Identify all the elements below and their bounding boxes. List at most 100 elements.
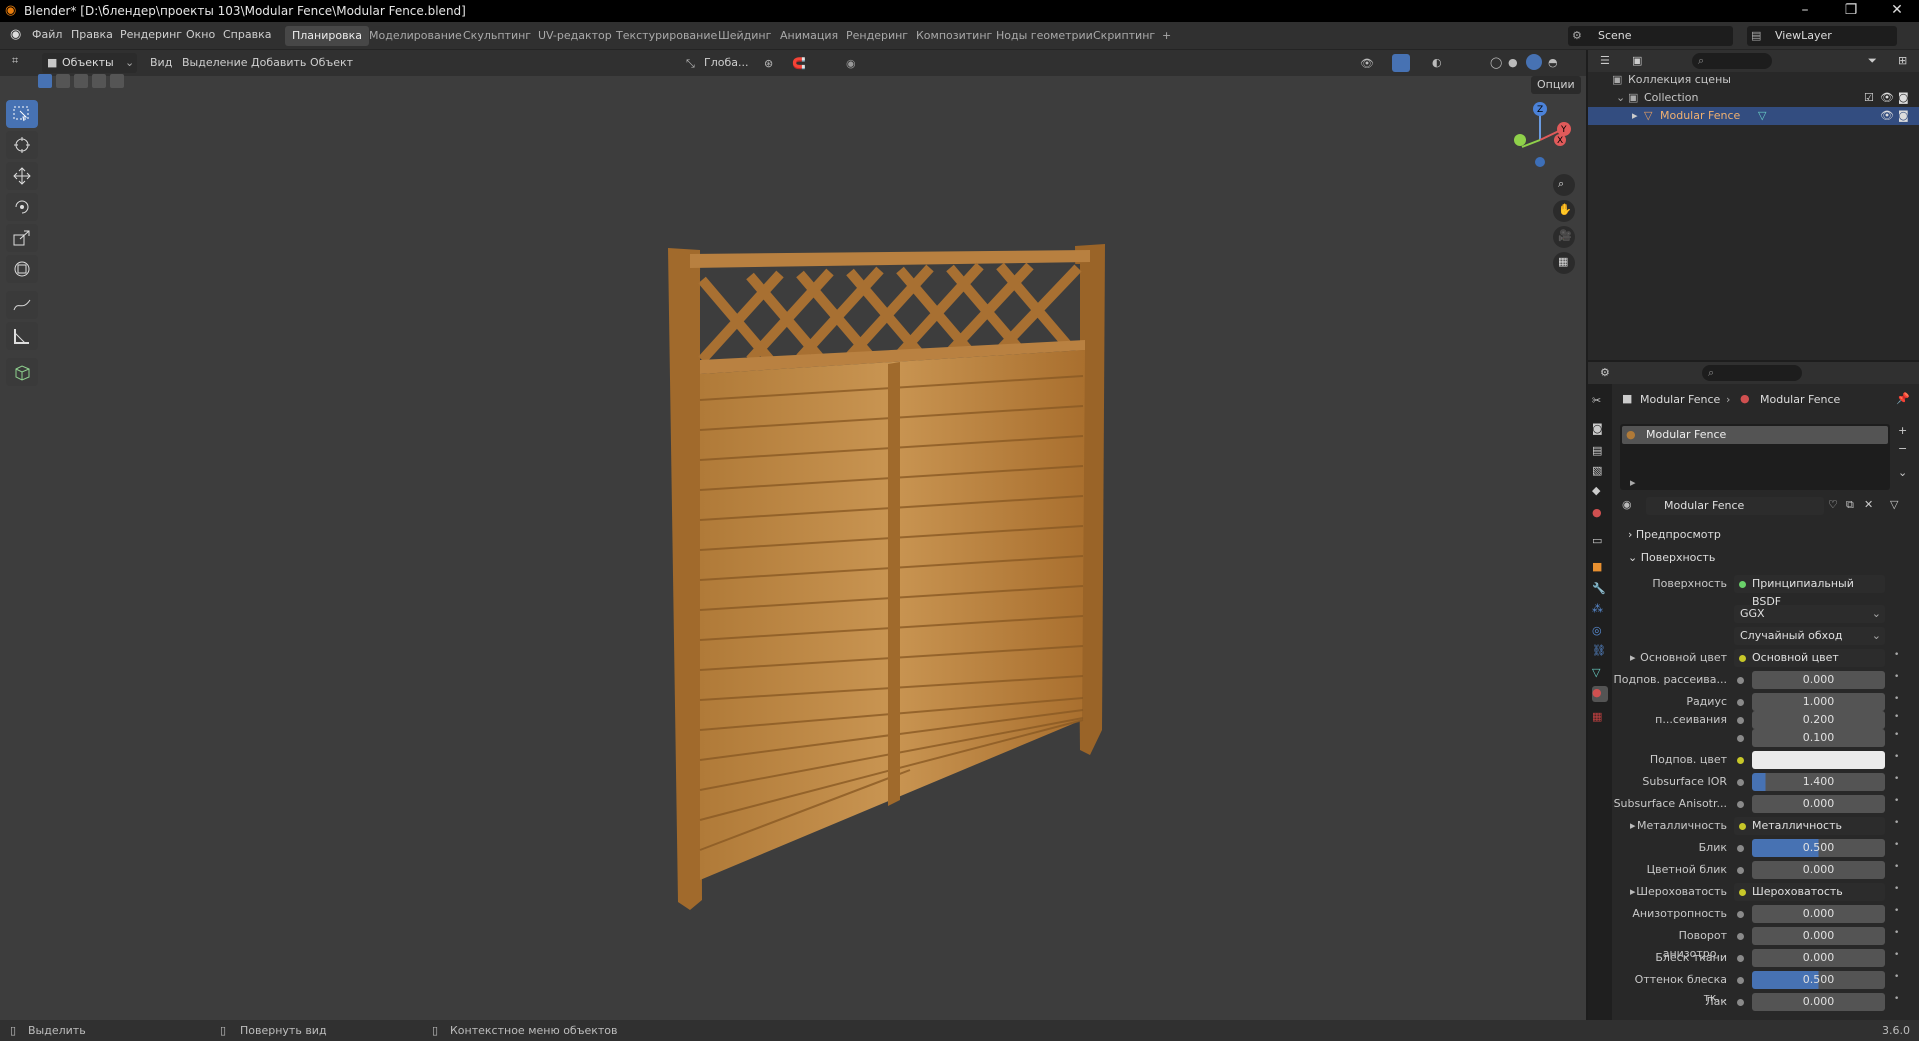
tab-sculpting[interactable]: Скульптинг xyxy=(456,26,538,46)
surface-section[interactable]: ⌄ Поверхность xyxy=(1628,551,1715,564)
socket-icon[interactable] xyxy=(1737,677,1744,684)
keyframe-dot-icon[interactable]: • xyxy=(1894,774,1899,784)
tab-shading[interactable]: Шейдинг xyxy=(711,26,778,46)
socket-icon[interactable] xyxy=(1737,735,1744,742)
keyframe-dot-icon[interactable]: • xyxy=(1894,862,1899,872)
number-field[interactable]: 0.000 xyxy=(1752,905,1885,923)
chevron-right-icon[interactable]: ▸ xyxy=(1630,476,1636,489)
maximize-button[interactable]: ❐ xyxy=(1831,0,1871,22)
menu-select[interactable]: Выделение xyxy=(182,54,248,72)
scene-tab-icon[interactable]: ◆ xyxy=(1592,484,1608,500)
pan-hand-icon[interactable]: ✋ xyxy=(1553,200,1575,222)
keyframe-dot-icon[interactable]: • xyxy=(1894,994,1899,1004)
keyframe-dot-icon[interactable]: • xyxy=(1894,884,1899,894)
proportional-edit-icon[interactable]: ◉ xyxy=(846,57,856,70)
keyframe-dot-icon[interactable]: • xyxy=(1894,650,1899,660)
camera-render-icon[interactable]: ◙ xyxy=(1898,107,1909,125)
number-field[interactable]: 0.000 xyxy=(1752,927,1885,945)
menu-edit[interactable]: Правка xyxy=(71,28,113,41)
minimize-button[interactable]: – xyxy=(1785,0,1825,22)
data-tab-icon[interactable]: ▽ xyxy=(1592,666,1608,682)
chevron-right-icon[interactable]: ▸ xyxy=(1632,107,1638,125)
particles-tab-icon[interactable]: ⁂ xyxy=(1592,602,1608,618)
menu-view[interactable]: Вид xyxy=(150,54,172,72)
scale-tool[interactable] xyxy=(6,224,38,252)
camera-icon[interactable]: 🎥 xyxy=(1553,226,1575,248)
filter-icon[interactable]: ⏷ xyxy=(1868,54,1877,68)
keyframe-dot-icon[interactable]: • xyxy=(1894,672,1899,682)
select-new-icon[interactable] xyxy=(38,74,52,88)
select-subtract-icon[interactable] xyxy=(74,74,88,88)
transform-orientation[interactable]: Глоба... xyxy=(704,54,748,72)
render-tab-icon[interactable]: ◙ xyxy=(1592,422,1608,438)
outliner-row-modular-fence[interactable]: ▸ ▽ Modular Fence ▽ 👁 ◙ xyxy=(1588,107,1919,125)
mesh-data-icon[interactable]: ▽ xyxy=(1758,107,1766,125)
rendered-shading-icon[interactable]: ◓ xyxy=(1548,56,1558,69)
socket-icon[interactable] xyxy=(1737,757,1744,764)
constraints-tab-icon[interactable]: ⛓ xyxy=(1592,644,1608,660)
socket-icon[interactable] xyxy=(1737,867,1744,874)
material-tab-icon[interactable]: ● xyxy=(1592,686,1608,702)
move-tool[interactable] xyxy=(6,162,38,190)
keyframe-dot-icon[interactable]: • xyxy=(1894,972,1899,982)
pin-icon[interactable]: 📌 xyxy=(1896,392,1910,405)
menu-add[interactable]: Добавить xyxy=(251,54,306,72)
menu-object[interactable]: Объект xyxy=(310,54,353,72)
blender-menu-icon[interactable]: ◉ xyxy=(10,27,21,42)
world-tab-icon[interactable]: ● xyxy=(1592,506,1608,522)
menu-file[interactable]: Файл xyxy=(32,28,62,41)
zoom-icon[interactable]: ⌕ xyxy=(1553,174,1575,196)
select-intersect-icon[interactable] xyxy=(110,74,124,88)
number-field[interactable]: 0.000 xyxy=(1752,949,1885,967)
socket-icon[interactable] xyxy=(1737,717,1744,724)
linked-input-field[interactable]: Шероховатость xyxy=(1734,883,1885,901)
keyframe-dot-icon[interactable]: • xyxy=(1894,950,1899,960)
linked-input-field[interactable]: Металличность xyxy=(1734,817,1885,835)
number-field[interactable]: 0.500 xyxy=(1752,839,1885,857)
outliner-row-scene-collection[interactable]: ▣ Коллекция сцены xyxy=(1588,71,1919,89)
tool-tab-icon[interactable]: ✂ xyxy=(1592,394,1608,410)
select-box-tool[interactable] xyxy=(6,100,38,128)
tab-texturing[interactable]: Текстурирование xyxy=(609,26,724,46)
add-slot-icon[interactable]: + xyxy=(1898,424,1907,437)
socket-icon[interactable] xyxy=(1737,977,1744,984)
keyframe-dot-icon[interactable]: • xyxy=(1894,796,1899,806)
scene-selector[interactable]: ⚙ Scene xyxy=(1568,26,1733,46)
select-invert-icon[interactable] xyxy=(92,74,106,88)
visibility-icon[interactable]: 👁 xyxy=(1360,57,1374,70)
checkbox-icon[interactable]: ☑ xyxy=(1864,89,1874,107)
tab-animation[interactable]: Анимация xyxy=(773,26,845,46)
collection-tab-icon[interactable]: ▭ xyxy=(1592,534,1608,550)
number-field[interactable]: 0.200 xyxy=(1752,711,1885,729)
output-tab-icon[interactable]: ▤ xyxy=(1592,444,1608,460)
socket-icon[interactable] xyxy=(1737,933,1744,940)
pivot-icon[interactable]: ⊛ xyxy=(764,57,773,70)
keyframe-dot-icon[interactable]: • xyxy=(1894,840,1899,850)
fence-model[interactable] xyxy=(660,240,1120,920)
perspective-grid-icon[interactable]: ▦ xyxy=(1553,252,1575,274)
number-field[interactable]: 0.000 xyxy=(1752,861,1885,879)
material-browse-icon[interactable]: ◉ xyxy=(1622,498,1632,511)
menu-window[interactable]: Окно xyxy=(186,28,215,41)
number-field[interactable]: 0.000 xyxy=(1752,993,1885,1011)
view-layer-tab-icon[interactable]: ▧ xyxy=(1592,464,1608,480)
gizmo-toggle-icon[interactable] xyxy=(1392,54,1410,72)
outliner-editor-icon[interactable]: ☰ xyxy=(1600,54,1610,67)
camera-render-icon[interactable]: ◙ xyxy=(1898,89,1909,107)
mode-selector[interactable]: ■ Объекты ⌄ xyxy=(42,53,137,73)
keyframe-dot-icon[interactable]: • xyxy=(1894,752,1899,762)
annotate-tool[interactable] xyxy=(6,291,38,319)
texture-tab-icon[interactable]: ▦ xyxy=(1592,710,1608,726)
color-field[interactable] xyxy=(1752,751,1885,769)
object-tab-icon[interactable]: ■ xyxy=(1592,560,1608,576)
cursor-tool[interactable] xyxy=(6,131,38,159)
add-cube-tool[interactable] xyxy=(6,358,38,386)
socket-icon[interactable] xyxy=(1737,845,1744,852)
surface-shader-field[interactable]: Принципиальный BSDF xyxy=(1734,575,1885,608)
view-layer-selector[interactable]: ▤ ViewLayer xyxy=(1747,26,1897,46)
snap-icon[interactable]: 🧲 xyxy=(792,57,806,70)
wireframe-shading-icon[interactable]: ◯ xyxy=(1490,56,1502,69)
eye-icon[interactable]: 👁 xyxy=(1880,89,1894,107)
properties-search-input[interactable]: ⌕ xyxy=(1702,365,1802,381)
options-dropdown[interactable]: Опции xyxy=(1531,76,1581,94)
